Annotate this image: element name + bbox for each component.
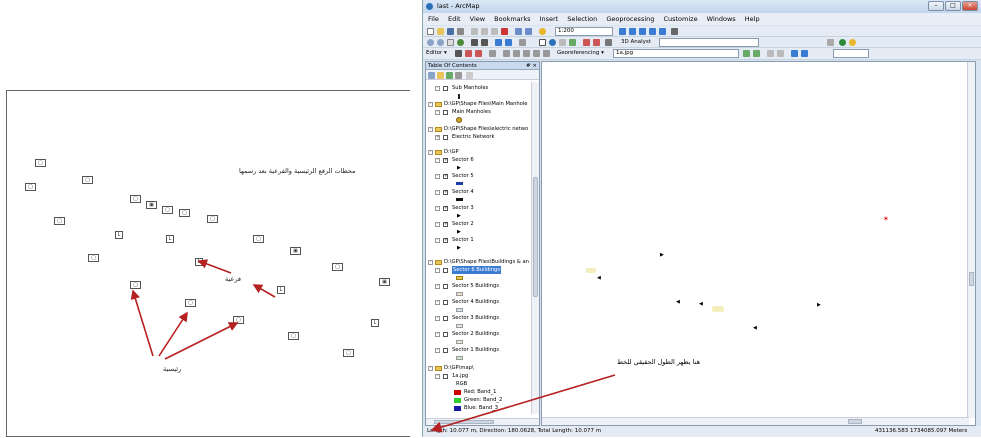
status-pointer-arrow — [430, 374, 616, 433]
